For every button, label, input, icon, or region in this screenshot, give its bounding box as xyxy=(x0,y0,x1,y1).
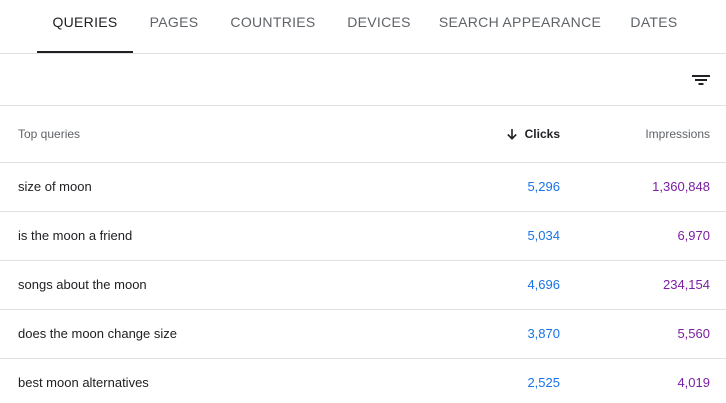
tab-search-appearance[interactable]: SEARCH APPEARANCE xyxy=(427,0,613,53)
tab-dates-label: DATES xyxy=(630,14,678,30)
query-cell: is the moon a friend xyxy=(18,228,133,243)
table-row[interactable]: best moon alternatives 2,525 4,019 xyxy=(0,359,726,403)
impressions-cell: 6,970 xyxy=(677,228,710,243)
tab-devices[interactable]: DEVICES xyxy=(331,0,427,53)
query-cell: best moon alternatives xyxy=(18,375,149,390)
table-header-row: Top queries Clicks Impressions xyxy=(0,106,726,163)
clicks-cell: 5,296 xyxy=(527,179,560,194)
table-row[interactable]: does the moon change size 3,870 5,560 xyxy=(0,310,726,359)
clicks-cell: 5,034 xyxy=(527,228,560,243)
queries-table-body: size of moon 5,296 1,360,848 is the moon… xyxy=(0,163,726,403)
tab-pages[interactable]: PAGES xyxy=(133,0,215,53)
impressions-cell: 1,360,848 xyxy=(652,179,710,194)
arrow-down-icon xyxy=(506,129,517,140)
tab-search-appearance-label: SEARCH APPEARANCE xyxy=(438,14,602,30)
clicks-cell: 4,696 xyxy=(527,277,560,292)
tab-countries-label: COUNTRIES xyxy=(230,14,316,30)
clicks-cell: 3,870 xyxy=(527,326,560,341)
table-row[interactable]: songs about the moon 4,696 234,154 xyxy=(0,261,726,310)
filter-list-icon xyxy=(692,75,710,85)
tab-queries[interactable]: QUERIES xyxy=(37,0,133,53)
impressions-cell: 5,560 xyxy=(677,326,710,341)
top-queries-header: Top queries xyxy=(18,127,81,141)
table-row[interactable]: is the moon a friend 5,034 6,970 xyxy=(0,212,726,261)
tab-countries[interactable]: COUNTRIES xyxy=(215,0,331,53)
active-tab-indicator xyxy=(37,51,133,53)
table-row[interactable]: size of moon 5,296 1,360,848 xyxy=(0,163,726,212)
impressions-cell: 234,154 xyxy=(663,277,710,292)
tab-dates[interactable]: DATES xyxy=(613,0,695,53)
impressions-cell: 4,019 xyxy=(677,375,710,390)
tab-devices-label: DEVICES xyxy=(347,14,411,30)
query-cell: does the moon change size xyxy=(18,326,177,341)
report-tab-bar: QUERIES PAGES COUNTRIES DEVICES SEARCH A… xyxy=(0,0,726,54)
impressions-column-header[interactable]: Impressions xyxy=(645,127,710,141)
filter-button[interactable] xyxy=(686,65,716,95)
query-cell: size of moon xyxy=(18,179,92,194)
clicks-header-label: Clicks xyxy=(524,127,560,141)
tab-pages-label: PAGES xyxy=(149,14,199,30)
query-cell: songs about the moon xyxy=(18,277,147,292)
clicks-column-header[interactable]: Clicks xyxy=(506,127,560,141)
clicks-cell: 2,525 xyxy=(527,375,560,390)
tab-queries-label: QUERIES xyxy=(52,14,118,30)
table-toolbar xyxy=(0,54,726,106)
